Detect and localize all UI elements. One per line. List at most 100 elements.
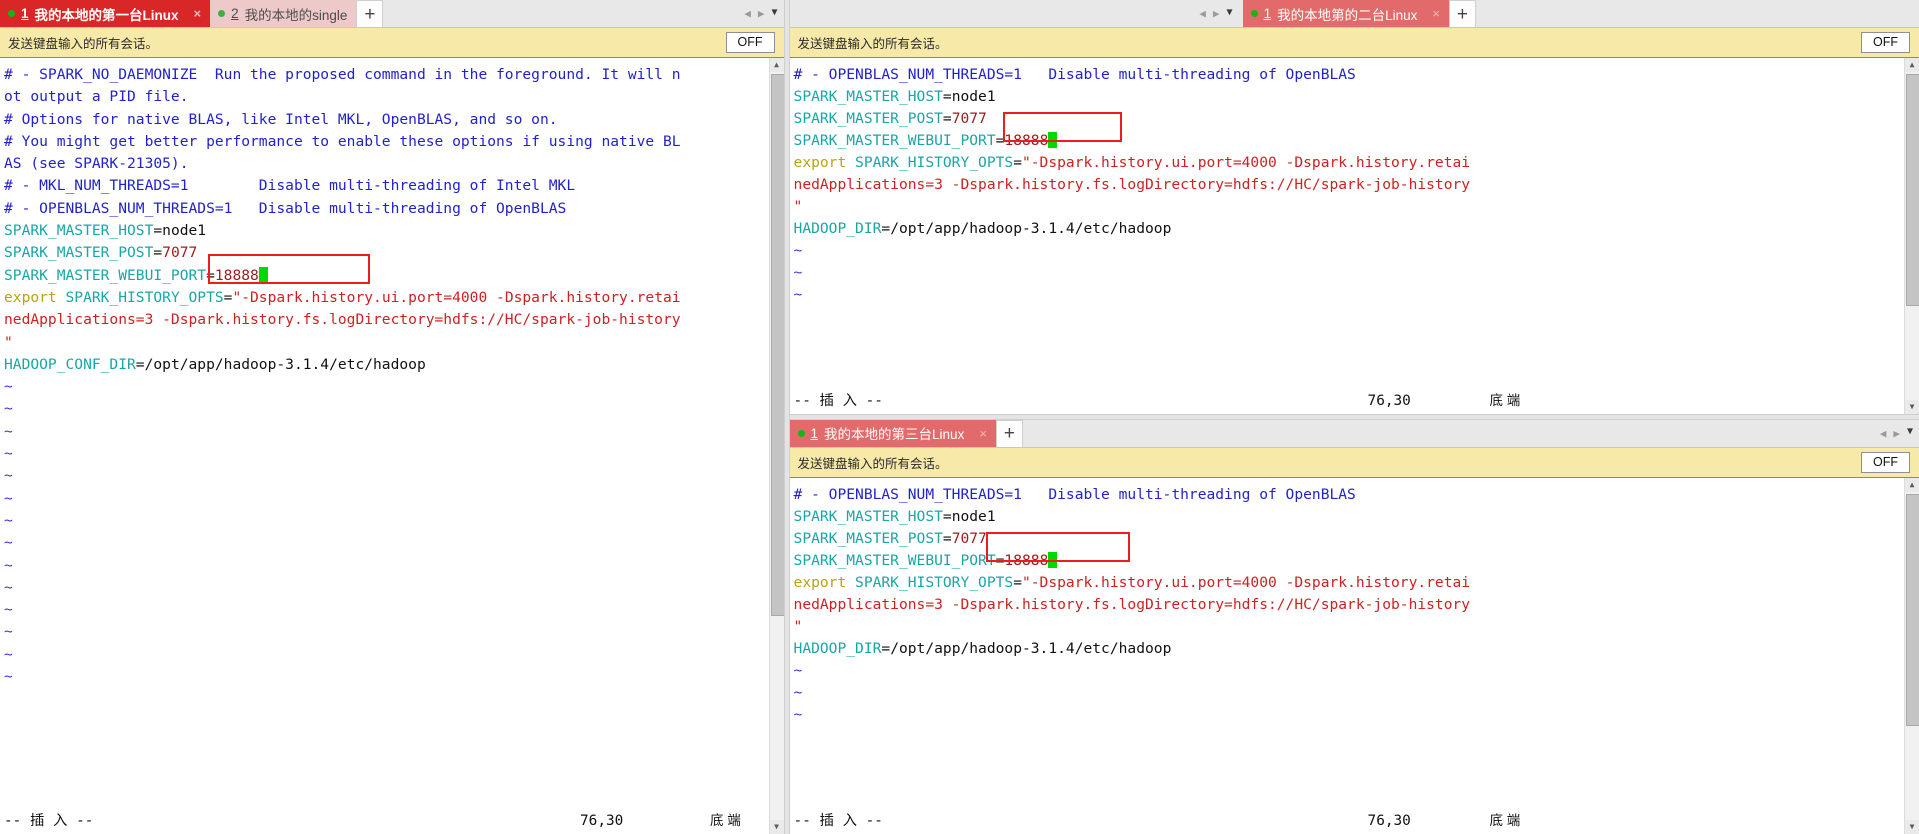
code-token: SPARK_MASTER_POST <box>793 529 943 547</box>
code-token: " <box>4 333 13 351</box>
nav-right-icon[interactable]: ▶ <box>1213 8 1220 19</box>
send-keys-toggle-left[interactable]: OFF <box>725 32 775 53</box>
code-token: ~ <box>4 623 13 641</box>
code-token: ~ <box>4 556 13 574</box>
code-token: SPARK_MASTER_HOST <box>793 88 943 105</box>
tab-title: 我的本地的single <box>244 7 348 23</box>
code-token: ~ <box>4 378 13 396</box>
file-location-right-top: 底 端 <box>1489 393 1521 409</box>
session-status-dot-icon <box>797 429 805 437</box>
code-token: ~ <box>793 661 803 679</box>
code-token: = <box>1013 154 1022 171</box>
terminal-line: ~ <box>4 376 784 398</box>
code-token: ~ <box>793 683 803 701</box>
nav-left-icon[interactable]: ◀ <box>1199 8 1206 19</box>
scrollbar-thumb-left[interactable] <box>770 74 784 616</box>
cursor-position-right-top: 76,30 <box>1367 393 1411 410</box>
session-tab[interactable]: 1 我的本地的第三台Linux × <box>789 419 996 447</box>
terminal-line: # - OPENBLAS_NUM_THREADS=1 Disable multi… <box>4 198 784 220</box>
terminal-line: ~ <box>794 704 1919 726</box>
code-token: = <box>1013 573 1022 591</box>
terminal-line: ~ <box>4 532 784 554</box>
nav-right-icon[interactable]: ▶ <box>1893 428 1900 439</box>
status-bar-right-bottom: -- 插 入 -- 76,30 底 端 <box>789 808 1919 834</box>
nav-left-icon[interactable]: ◀ <box>1880 428 1887 439</box>
scrollbar-right-bottom[interactable]: ▲ ▼ <box>1904 477 1919 834</box>
code-token: ~ <box>4 511 13 529</box>
terminal-line: HADOOP_CONF_DIR=/opt/app/hadoop-3.1.4/et… <box>4 354 784 376</box>
chevron-down-icon[interactable]: ▼ <box>1907 427 1913 437</box>
nav-right-icon[interactable]: ▶ <box>758 8 765 19</box>
code-token: HADOOP_CONF_DIR <box>4 355 136 373</box>
terminal-line: HADOOP_DIR=/opt/app/hadoop-3.1.4/etc/had… <box>794 638 1919 660</box>
cursor-position-right-bottom: 76,30 <box>1367 813 1411 829</box>
session-status-dot-icon <box>8 10 15 17</box>
close-icon[interactable]: × <box>194 7 202 20</box>
terminal-line: ~ <box>4 510 784 532</box>
new-tab-button-right-top[interactable]: + <box>1448 0 1476 27</box>
code-token: " <box>793 617 803 635</box>
terminal-left[interactable]: # - SPARK_NO_DAEMONIZE Run the proposed … <box>0 58 784 834</box>
code-token: ~ <box>4 400 13 418</box>
code-token: 7077 <box>951 110 987 127</box>
code-token: HADOOP_DIR <box>793 639 882 657</box>
chevron-down-icon[interactable]: ▼ <box>772 7 778 18</box>
terminal-line: ~ <box>4 644 784 666</box>
send-keys-strip-right-bottom: 发送键盘输入的所有会话。 OFF <box>789 447 1919 478</box>
code-token: = <box>153 244 163 262</box>
new-tab-button-left[interactable]: + <box>356 0 384 27</box>
terminal-line: SPARK_MASTER_WEBUI_PORT=18888 <box>794 550 1919 572</box>
session-tab[interactable]: 1 我的本地的第一台Linux × <box>0 0 211 27</box>
session-tab[interactable]: 1 我的本地第的二台Linux × <box>1242 0 1449 27</box>
terminal-right-bottom[interactable]: # - OPENBLAS_NUM_THREADS=1 Disable multi… <box>789 477 1919 834</box>
tab-title: 我的本地的第三台Linux <box>824 427 965 443</box>
panel-right-bottom: 1 我的本地的第三台Linux × + ◀ ▶ ▼ 发送键盘输入的所有会话。 OF… <box>789 419 1919 834</box>
scrollbar-left[interactable]: ▲ ▼ <box>768 58 784 834</box>
terminal-right-top[interactable]: # - OPENBLAS_NUM_THREADS=1 Disable multi… <box>789 58 1919 415</box>
session-tab[interactable]: 2 我的本地的single <box>210 0 357 27</box>
scroll-down-icon[interactable]: ▼ <box>1905 820 1919 834</box>
scroll-up-icon[interactable]: ▲ <box>1905 58 1919 72</box>
scroll-up-icon[interactable]: ▲ <box>1905 477 1919 492</box>
code-token: =node1 <box>942 88 996 105</box>
terminal-line: ~ <box>4 599 784 621</box>
scrollbar-right-top[interactable]: ▲ ▼ <box>1904 58 1919 415</box>
terminal-line: # - MKL_NUM_THREADS=1 Disable multi-thre… <box>4 175 784 197</box>
send-keys-toggle-right-bottom[interactable]: OFF <box>1861 452 1910 473</box>
new-tab-button-right-bottom[interactable]: + <box>995 419 1023 447</box>
terminal-line: ~ <box>4 621 784 643</box>
vim-mode-right-top: -- 插 入 -- <box>793 393 883 410</box>
code-token: ~ <box>4 601 13 619</box>
close-icon[interactable]: × <box>979 427 987 440</box>
terminal-line: ~ <box>4 398 784 420</box>
code-token: # - OPENBLAS_NUM_THREADS=1 Disable multi… <box>793 485 1356 503</box>
vim-mode-left: -- 插 入 -- <box>4 812 94 829</box>
code-token: ~ <box>793 264 803 281</box>
code-token: SPARK_MASTER_POST <box>793 110 943 127</box>
nav-left-icon[interactable]: ◀ <box>744 8 751 19</box>
code-token: ~ <box>4 489 13 507</box>
chevron-down-icon[interactable]: ▼ <box>1227 7 1233 18</box>
status-bar-left: -- 插 入 -- 76,30 底 端 <box>0 808 784 834</box>
code-token: 18888 <box>1004 551 1049 569</box>
terminal-line: ~ <box>794 682 1919 704</box>
code-token: SPARK_MASTER_WEBUI_PORT <box>793 551 996 569</box>
send-keys-toggle-right-top[interactable]: OFF <box>1861 32 1910 53</box>
scrollbar-thumb-right-top[interactable] <box>1906 74 1919 306</box>
close-icon[interactable]: × <box>1432 7 1440 20</box>
scroll-down-icon[interactable]: ▼ <box>769 820 784 834</box>
code-token: ~ <box>4 534 13 552</box>
scroll-down-icon[interactable]: ▼ <box>1905 400 1919 415</box>
scroll-up-icon[interactable]: ▲ <box>769 58 784 72</box>
terminal-line: ~ <box>794 240 1919 262</box>
terminal-line: SPARK_MASTER_POST=7077 <box>794 528 1919 550</box>
code-token: "-Dspark.history.ui.port=4000 -Dspark.hi… <box>1021 573 1471 591</box>
code-token: ~ <box>793 705 803 723</box>
scrollbar-thumb-right-bottom[interactable] <box>1906 493 1919 726</box>
code-token: nedApplications=3 -Dspark.history.fs.log… <box>793 595 1471 613</box>
code-token: ~ <box>4 467 13 485</box>
send-keys-strip-left: 发送键盘输入的所有会话。 OFF <box>0 28 784 58</box>
code-token: ~ <box>4 445 13 463</box>
terminal-line: " <box>4 332 784 354</box>
terminal-line: # You might get better performance to en… <box>4 131 784 153</box>
